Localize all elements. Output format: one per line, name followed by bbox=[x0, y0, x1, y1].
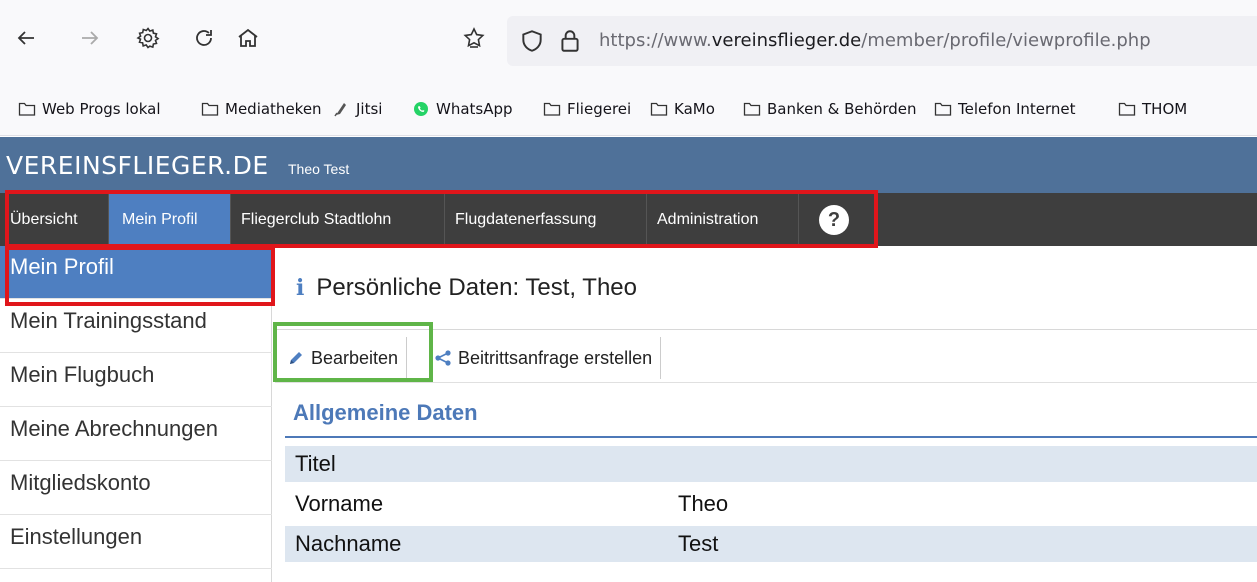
shield-icon[interactable] bbox=[519, 28, 545, 54]
site-header: VEREINSFLIEGER.DE Theo Test bbox=[0, 137, 1257, 193]
field-label: Nachname bbox=[295, 531, 402, 556]
help-icon[interactable]: ? bbox=[819, 205, 849, 235]
sidebar-item-einstellungen[interactable]: Einstellungen bbox=[0, 516, 272, 569]
bookmark-folder-mediatheken[interactable]: Mediatheken bbox=[201, 100, 322, 118]
bookmark-label: Web Progs lokal bbox=[42, 100, 161, 118]
settings-icon[interactable] bbox=[130, 20, 166, 56]
field-value: Theo bbox=[678, 491, 729, 516]
pencil-icon bbox=[290, 352, 302, 364]
bookmarks-bar: Web Progs lokal Mediatheken Jitsi WhatsA… bbox=[0, 96, 1257, 126]
sidebar-item-mein-profil[interactable]: Mein Profil bbox=[0, 246, 272, 299]
field-label: Titel bbox=[295, 451, 336, 476]
main-menu: Übersicht Mein Profil Fliegerclub Stadtl… bbox=[0, 193, 1257, 246]
browser-toolbar: https://www.vereinsflieger.de/member/pro… bbox=[0, 0, 1257, 136]
folder-icon bbox=[743, 102, 761, 116]
folder-icon bbox=[201, 102, 219, 116]
bookmark-whatsapp[interactable]: WhatsApp bbox=[412, 100, 513, 118]
lock-icon[interactable] bbox=[557, 28, 583, 54]
table-row: Vorname Theo bbox=[285, 486, 1257, 522]
bookmark-label: Banken & Behörden bbox=[767, 100, 917, 118]
bookmark-folder-thom[interactable]: THOM bbox=[1118, 100, 1187, 118]
address-bar[interactable]: https://www.vereinsflieger.de/member/pro… bbox=[507, 16, 1257, 66]
menu-item-administration[interactable]: Administration bbox=[647, 193, 799, 246]
table-row: Titel bbox=[285, 446, 1257, 482]
url-prefix: https://www. bbox=[599, 30, 712, 51]
bookmark-folder-telefon[interactable]: Telefon Internet bbox=[934, 100, 1076, 118]
site-logo-title[interactable]: VEREINSFLIEGER.DE bbox=[6, 151, 269, 180]
table-row: Nachname Test bbox=[285, 526, 1257, 562]
url-domain: vereinsflieger.de bbox=[711, 30, 862, 51]
bookmark-folder-banken[interactable]: Banken & Behörden bbox=[743, 100, 916, 118]
bookmark-label: WhatsApp bbox=[436, 100, 513, 118]
info-icon: i bbox=[296, 275, 305, 301]
sidebar-item-abrechnungen[interactable]: Meine Abrechnungen bbox=[0, 408, 272, 461]
bookmark-label: KaMo bbox=[674, 100, 715, 118]
sidebar-item-flugbuch[interactable]: Mein Flugbuch bbox=[0, 354, 272, 407]
membership-request-label: Beitrittsanfrage erstellen bbox=[458, 347, 653, 368]
bookmark-folder-fliegerei[interactable]: Fliegerei bbox=[543, 100, 631, 118]
bookmark-folder-kamo[interactable]: KaMo bbox=[650, 100, 715, 118]
edit-button-label: Bearbeiten bbox=[311, 347, 399, 368]
menu-item-fliegerclub[interactable]: Fliegerclub Stadtlohn bbox=[231, 193, 445, 246]
folder-icon bbox=[18, 102, 36, 116]
sidebar: Mein Profil Mein Trainingsstand Mein Flu… bbox=[0, 246, 272, 582]
bookmark-folder-web-progs[interactable]: Web Progs lokal bbox=[18, 100, 161, 118]
section-title: Allgemeine Daten bbox=[293, 400, 478, 425]
menu-item-uebersicht[interactable]: Übersicht bbox=[0, 193, 109, 246]
folder-icon bbox=[543, 102, 561, 116]
bookmark-jitsi[interactable]: Jitsi bbox=[332, 100, 382, 118]
membership-request-button[interactable]: Beitrittsanfrage erstellen bbox=[426, 337, 662, 379]
field-label: Vorname bbox=[295, 491, 384, 516]
sidebar-item-trainingsstand[interactable]: Mein Trainingsstand bbox=[0, 300, 272, 353]
url-text[interactable]: https://www.vereinsflieger.de/member/pro… bbox=[599, 30, 1151, 51]
bookmark-label: Telefon Internet bbox=[958, 100, 1076, 118]
jitsi-icon bbox=[334, 103, 346, 117]
bookmark-label: THOM bbox=[1142, 100, 1188, 118]
bookmark-label: Mediatheken bbox=[225, 100, 322, 118]
folder-icon bbox=[650, 102, 668, 116]
back-icon[interactable] bbox=[8, 20, 44, 56]
user-name: Theo Test bbox=[288, 161, 350, 177]
action-bar: Bearbeiten Beitrittsanfrage erstellen bbox=[275, 329, 1257, 383]
whatsapp-icon bbox=[414, 102, 428, 116]
reload-icon[interactable] bbox=[186, 20, 222, 56]
page-title-text: Persönliche Daten: Test, Theo bbox=[316, 274, 637, 301]
share-icon bbox=[435, 350, 451, 366]
home-icon[interactable] bbox=[230, 20, 266, 56]
folder-icon bbox=[934, 102, 952, 116]
bookmark-star-icon[interactable] bbox=[456, 20, 492, 56]
page-title: i Persönliche Daten: Test, Theo bbox=[296, 274, 637, 302]
menu-item-mein-profil[interactable]: Mein Profil bbox=[109, 193, 231, 246]
field-value: Test bbox=[678, 531, 719, 556]
bookmark-label: Fliegerei bbox=[567, 100, 632, 118]
menu-item-flugdatenerfassung[interactable]: Flugdatenerfassung bbox=[445, 193, 647, 246]
sidebar-item-mitgliedskonto[interactable]: Mitgliedskonto bbox=[0, 462, 272, 515]
edit-button[interactable]: Bearbeiten bbox=[279, 337, 408, 379]
section-divider bbox=[285, 436, 1257, 438]
url-path: /member/profile/viewprofile.php bbox=[861, 30, 1151, 51]
forward-icon[interactable] bbox=[72, 20, 108, 56]
bookmark-label: Jitsi bbox=[356, 100, 383, 118]
folder-icon bbox=[1118, 102, 1136, 116]
